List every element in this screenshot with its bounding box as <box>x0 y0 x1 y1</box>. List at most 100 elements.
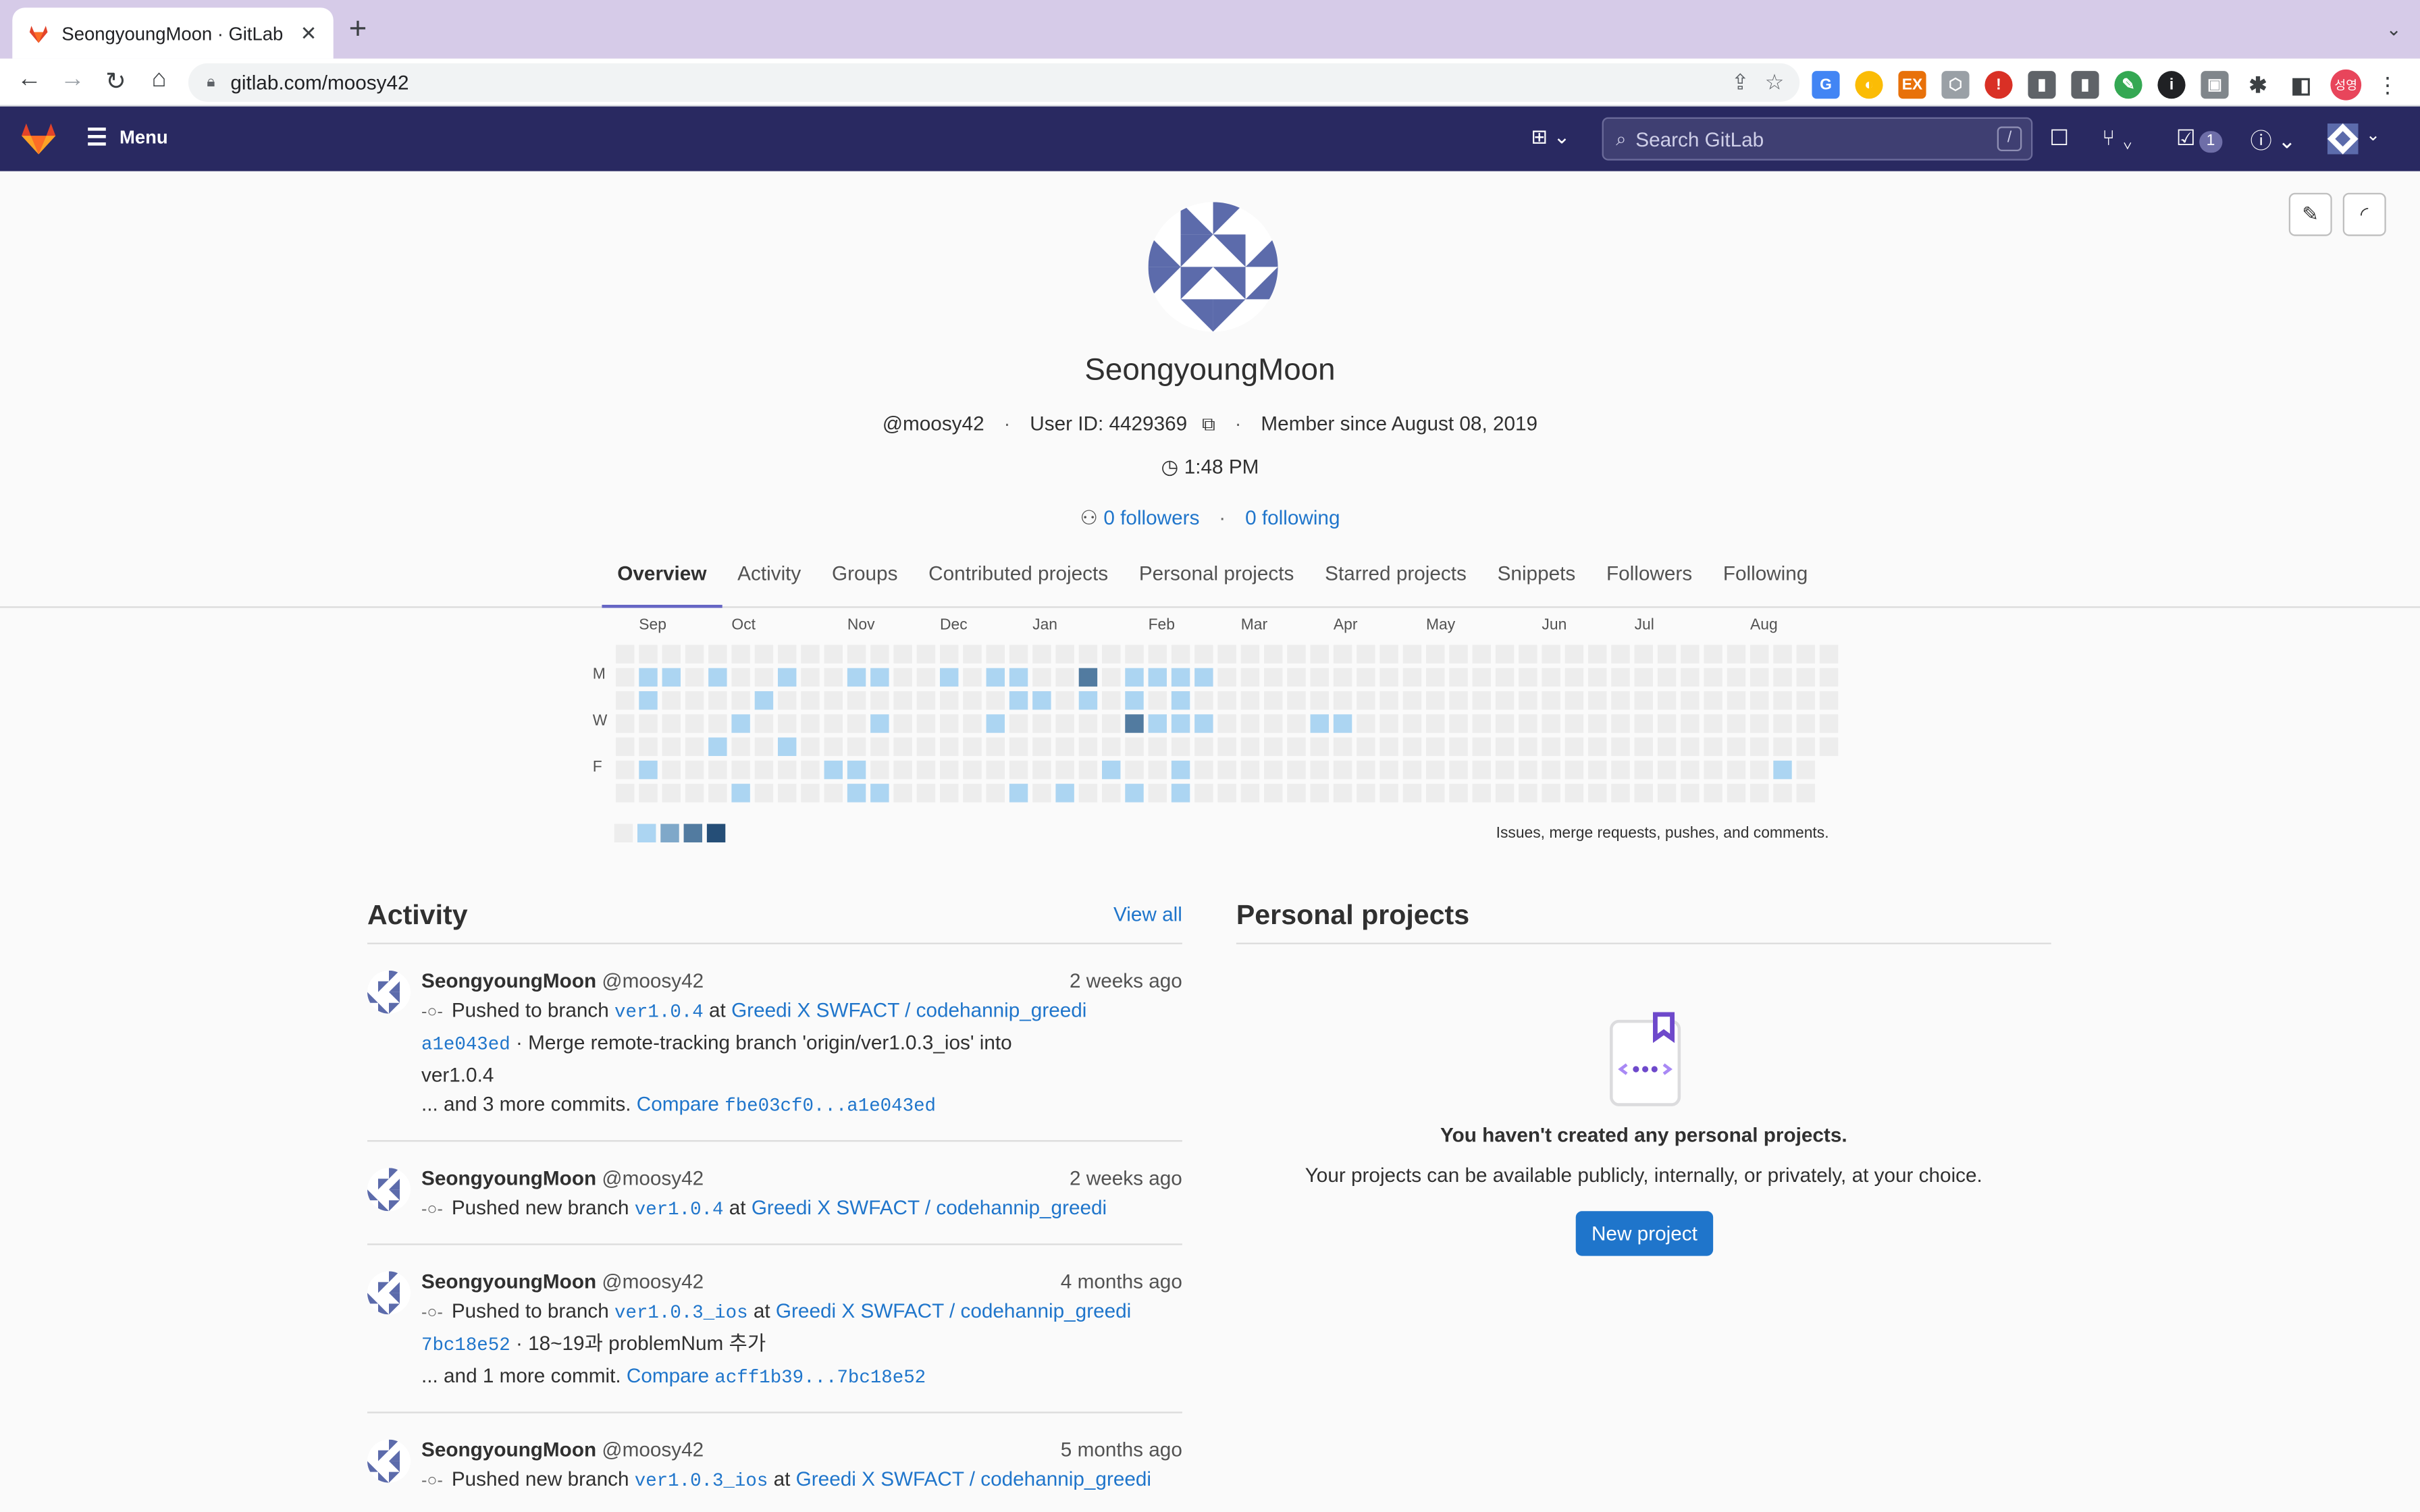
contribution-cell[interactable] <box>870 737 889 756</box>
contribution-cell[interactable] <box>1495 668 1515 687</box>
contribution-cell[interactable] <box>916 760 936 780</box>
contribution-cell[interactable] <box>1519 691 1537 710</box>
contribution-cell[interactable] <box>1333 668 1352 687</box>
contribution-cell[interactable] <box>731 714 750 733</box>
translate-extension-icon[interactable]: G <box>1812 71 1840 99</box>
contribution-cell[interactable] <box>1681 784 1700 803</box>
contribution-cell[interactable] <box>662 668 681 687</box>
contribution-cell[interactable] <box>777 668 797 687</box>
contribution-cell[interactable] <box>1773 668 1792 687</box>
contribution-cell[interactable] <box>1402 714 1422 733</box>
tab-starred-projects[interactable]: Starred projects <box>1309 560 1481 608</box>
contribution-cell[interactable] <box>1587 645 1607 664</box>
contribution-cell[interactable] <box>662 714 681 733</box>
contribution-cell[interactable] <box>916 714 936 733</box>
window-extension-icon[interactable]: ▣ <box>2201 71 2229 99</box>
contribution-cell[interactable] <box>1542 668 1560 687</box>
contribution-cell[interactable] <box>847 760 866 780</box>
contribution-cell[interactable] <box>1449 737 1468 756</box>
contribution-cell[interactable] <box>1449 645 1468 664</box>
contribution-cell[interactable] <box>916 784 936 803</box>
contribution-cell[interactable] <box>1357 714 1375 733</box>
contribution-cell[interactable] <box>1611 784 1630 803</box>
compare-link[interactable]: Compare <box>637 1092 719 1115</box>
contribution-cell[interactable] <box>685 714 704 733</box>
contribution-cell[interactable] <box>1287 714 1306 733</box>
project-link[interactable]: Greedi X SWFACT / codehannip_greedi <box>752 1195 1107 1218</box>
new-tab-icon[interactable]: + <box>349 14 367 45</box>
contribution-cell[interactable] <box>615 645 635 664</box>
contribution-cell[interactable] <box>1542 714 1560 733</box>
contribution-cell[interactable] <box>1750 645 1769 664</box>
contribution-cell[interactable] <box>1171 645 1190 664</box>
bookmark-star-icon[interactable]: ☆ <box>1765 70 1785 96</box>
contribution-cell[interactable] <box>1796 691 1815 710</box>
contribution-cell[interactable] <box>870 784 889 803</box>
contribution-cell[interactable] <box>1310 737 1329 756</box>
contribution-cell[interactable] <box>1750 691 1769 710</box>
contribution-cell[interactable] <box>824 691 843 710</box>
contribution-cell[interactable] <box>1587 714 1607 733</box>
project-link[interactable]: Greedi X SWFACT / codehannip_greedi <box>731 998 1086 1021</box>
contribution-cell[interactable] <box>685 737 704 756</box>
contribution-cell[interactable] <box>1240 714 1260 733</box>
project-link[interactable]: Greedi X SWFACT / codehannip_greedi <box>776 1299 1131 1322</box>
contribution-cell[interactable] <box>1472 784 1491 803</box>
branch-link[interactable]: ver1.0.4 <box>614 1001 704 1023</box>
contribution-cell[interactable] <box>1194 691 1213 710</box>
contribution-cell[interactable] <box>1194 668 1213 687</box>
contribution-cell[interactable] <box>870 760 889 780</box>
contribution-cell[interactable] <box>870 691 889 710</box>
contribution-cell[interactable] <box>824 737 843 756</box>
contribution-cell[interactable] <box>963 737 982 756</box>
contribution-cell[interactable] <box>1611 691 1630 710</box>
contribution-cell[interactable] <box>916 737 936 756</box>
contribution-cell[interactable] <box>1611 760 1630 780</box>
contribution-cell[interactable] <box>801 737 820 756</box>
contribution-cell[interactable] <box>685 645 704 664</box>
contribution-cell[interactable] <box>1101 714 1121 733</box>
contribution-cell[interactable] <box>639 760 658 780</box>
contribution-cell[interactable] <box>847 737 866 756</box>
contribution-cell[interactable] <box>1217 645 1236 664</box>
contribution-cell[interactable] <box>1263 645 1283 664</box>
contribution-cell[interactable] <box>1402 737 1422 756</box>
contribution-cell[interactable] <box>847 668 866 687</box>
contribution-cell[interactable] <box>1402 668 1422 687</box>
contribution-cell[interactable] <box>1796 668 1815 687</box>
contribution-cell[interactable] <box>1634 737 1653 756</box>
contribution-cell[interactable] <box>1310 714 1329 733</box>
contribution-cell[interactable] <box>1727 737 1746 756</box>
contribution-cell[interactable] <box>1727 645 1746 664</box>
branch-link[interactable]: ver1.0.3_ios <box>614 1302 748 1324</box>
contribution-cell[interactable] <box>1194 760 1213 780</box>
contribution-cell[interactable] <box>1681 737 1700 756</box>
puzzle-extensions-icon[interactable]: ✱ <box>2244 71 2271 99</box>
contribution-cell[interactable] <box>1263 691 1283 710</box>
event-avatar[interactable] <box>367 1271 411 1315</box>
contribution-cell[interactable] <box>1587 760 1607 780</box>
contribution-cell[interactable] <box>1564 784 1584 803</box>
contribution-cell[interactable] <box>870 668 889 687</box>
search-input[interactable] <box>1635 127 1976 151</box>
contribution-cell[interactable] <box>1796 714 1815 733</box>
contribution-cell[interactable] <box>1009 714 1028 733</box>
contribution-cell[interactable] <box>1657 691 1677 710</box>
contribution-cell[interactable] <box>1425 714 1445 733</box>
contribution-cell[interactable] <box>1009 645 1028 664</box>
contribution-cell[interactable] <box>615 668 635 687</box>
contribution-cell[interactable] <box>1078 668 1098 687</box>
contribution-cell[interactable] <box>963 645 982 664</box>
contribution-cell[interactable] <box>1657 645 1677 664</box>
contribution-cell[interactable] <box>1101 784 1121 803</box>
contribution-cell[interactable] <box>1542 737 1560 756</box>
contribution-cell[interactable] <box>1078 784 1098 803</box>
contribution-cell[interactable] <box>893 737 912 756</box>
contribution-cell[interactable] <box>1634 668 1653 687</box>
contribution-cell[interactable] <box>1333 760 1352 780</box>
browser-tab[interactable]: SeongyoungMoon · GitLab ✕ <box>12 7 334 59</box>
contribution-cell[interactable] <box>1148 645 1167 664</box>
event-avatar[interactable] <box>367 1168 411 1212</box>
contribution-cell[interactable] <box>1704 691 1722 710</box>
contribution-cell[interactable] <box>1495 645 1515 664</box>
